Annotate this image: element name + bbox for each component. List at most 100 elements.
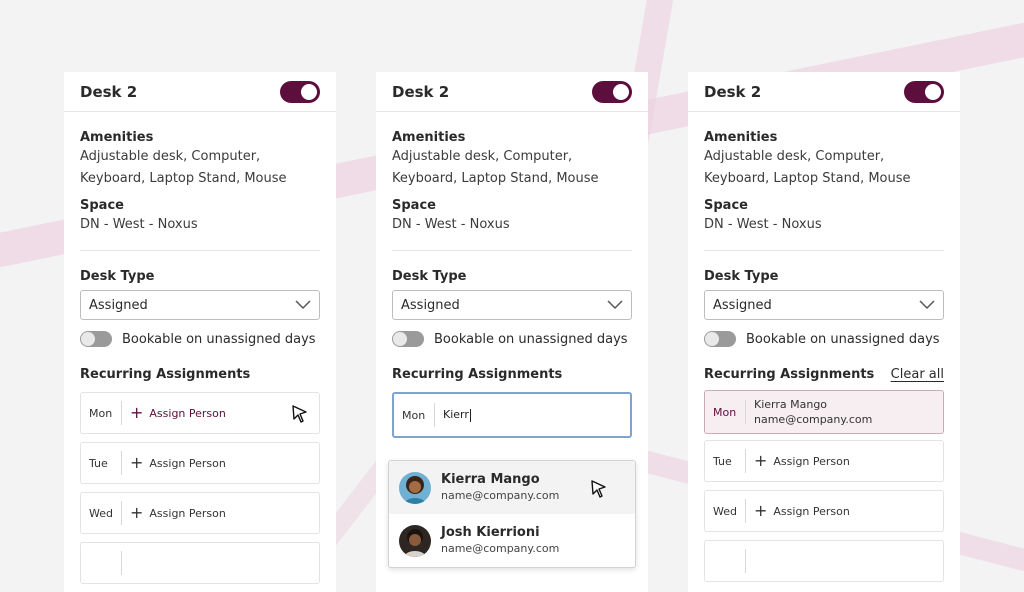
assign-person-button[interactable]: + Assign Person: [122, 505, 226, 521]
panel-title: Desk 2: [392, 82, 450, 101]
suggestion-option[interactable]: Kierra Mango name@company.com: [389, 461, 635, 514]
toggle-knob: [301, 83, 317, 100]
amenities-line2: Keyboard, Laptop Stand, Mouse: [392, 171, 599, 186]
toggle-knob: [81, 332, 95, 346]
day-label: Wed: [713, 504, 737, 518]
person-suggestions-dropdown: Kierra Mango name@company.com Josh Kierr…: [388, 460, 636, 568]
day-label: Mon: [89, 406, 113, 420]
assign-person-button[interactable]: + Assign Person: [746, 503, 850, 519]
suggestion-option[interactable]: Josh Kierrioni name@company.com: [389, 514, 635, 567]
suggestion-email: name@company.com: [441, 542, 560, 555]
plus-icon: +: [130, 403, 144, 422]
desk-type-value: Assigned: [89, 297, 148, 313]
amenities-line1: Adjustable desk, Computer,: [80, 149, 261, 164]
amenities-line2: Keyboard, Laptop Stand, Mouse: [80, 171, 287, 186]
assign-person-button[interactable]: + Assign Person: [746, 453, 850, 469]
day-label: Tue: [713, 454, 732, 468]
day-row-wed[interactable]: Wed + Assign Person: [80, 492, 320, 534]
day-label: Wed: [89, 506, 113, 520]
bookable-label: Bookable on unassigned days: [434, 331, 628, 347]
desk-type-label: Desk Type: [80, 269, 155, 284]
bookable-row: Bookable on unassigned days: [80, 331, 320, 347]
text-caret: [469, 408, 471, 422]
clear-all-link[interactable]: Clear all: [891, 367, 944, 382]
bookable-row: Bookable on unassigned days: [704, 331, 944, 347]
divider: [80, 250, 320, 251]
bookable-label: Bookable on unassigned days: [122, 331, 316, 347]
recurring-label: Recurring Assignments: [704, 367, 875, 382]
day-row-mon-assigned[interactable]: Mon Kierra Mango name@company.com: [704, 390, 944, 434]
day-row-tue[interactable]: Tue + Assign Person: [80, 442, 320, 484]
divider: [704, 250, 944, 251]
assign-person-button[interactable]: + Assign Person: [122, 405, 226, 421]
desk-type-value: Assigned: [713, 297, 772, 313]
bookable-label: Bookable on unassigned days: [746, 331, 940, 347]
desk-enabled-toggle[interactable]: [592, 80, 632, 103]
assigned-person-email: name@company.com: [754, 413, 873, 426]
cursor-icon: [591, 480, 606, 498]
person-search-input[interactable]: Mon Kierr: [392, 392, 632, 438]
person-avatar-icon: [404, 475, 426, 504]
assign-person-label: Assign Person: [773, 454, 850, 468]
desk-type-select[interactable]: Assigned: [704, 290, 944, 320]
suggestion-name: Josh Kierrioni: [441, 525, 540, 540]
day-label: Mon: [713, 405, 737, 419]
desk-enabled-toggle[interactable]: [904, 80, 944, 103]
recurring-label: Recurring Assignments: [80, 367, 251, 382]
space-value: DN - West - Noxus: [392, 217, 510, 232]
plus-icon: +: [754, 501, 768, 520]
recurring-label: Recurring Assignments: [392, 367, 563, 382]
day-row-mon[interactable]: Mon + Assign Person: [80, 392, 320, 434]
amenities-label: Amenities: [704, 130, 778, 145]
bookable-toggle[interactable]: [704, 331, 736, 347]
toggle-knob: [705, 332, 719, 346]
space-value: DN - West - Noxus: [80, 217, 198, 232]
space-label: Space: [392, 198, 436, 213]
assign-person-label: Assign Person: [149, 406, 226, 420]
desk-type-value: Assigned: [401, 297, 460, 313]
amenities-label: Amenities: [392, 130, 466, 145]
search-value: Kierr: [443, 408, 469, 422]
divider: [745, 549, 746, 573]
cursor-icon: [292, 405, 307, 423]
panel-title: Desk 2: [704, 82, 762, 101]
amenities-line1: Adjustable desk, Computer,: [704, 149, 885, 164]
panel-title: Desk 2: [80, 82, 138, 101]
assign-person-button[interactable]: + Assign Person: [122, 455, 226, 471]
person-avatar-icon: [404, 528, 426, 557]
desk-type-label: Desk Type: [704, 269, 779, 284]
divider: [121, 551, 122, 575]
chevron-down-icon: [295, 300, 311, 310]
desk-type-select[interactable]: Assigned: [392, 290, 632, 320]
toggle-knob: [393, 332, 407, 346]
assigned-person[interactable]: Kierra Mango name@company.com: [746, 397, 872, 427]
plus-icon: +: [130, 503, 144, 522]
bookable-toggle[interactable]: [392, 331, 424, 347]
desk-panel-default: Desk 2 Amenities Adjustable desk, Comput…: [64, 72, 336, 592]
panel-header: Desk 2: [376, 72, 648, 112]
chevron-down-icon: [607, 300, 623, 310]
panel-header: Desk 2: [64, 72, 336, 112]
desk-type-label: Desk Type: [392, 269, 467, 284]
space-value: DN - West - Noxus: [704, 217, 822, 232]
day-row-tue[interactable]: Tue + Assign Person: [704, 440, 944, 482]
divider: [392, 250, 632, 251]
chevron-down-icon: [919, 300, 935, 310]
toggle-knob: [613, 83, 629, 100]
desk-enabled-toggle[interactable]: [280, 80, 320, 103]
day-row-wed[interactable]: Wed + Assign Person: [704, 490, 944, 532]
assign-person-label: Assign Person: [149, 506, 226, 520]
space-label: Space: [704, 198, 748, 213]
suggestion-email: name@company.com: [441, 489, 560, 502]
avatar: [399, 471, 431, 504]
desk-panel-assigned: Desk 2 Amenities Adjustable desk, Comput…: [688, 72, 960, 592]
desk-type-select[interactable]: Assigned: [80, 290, 320, 320]
search-text[interactable]: Kierr: [435, 408, 471, 422]
assigned-person-name: Kierra Mango: [754, 398, 828, 411]
bookable-toggle[interactable]: [80, 331, 112, 347]
amenities-label: Amenities: [80, 130, 154, 145]
day-row-thu[interactable]: [80, 542, 320, 584]
suggestion-name: Kierra Mango: [441, 472, 540, 487]
toggle-knob: [925, 83, 941, 100]
amenities-line1: Adjustable desk, Computer,: [392, 149, 573, 164]
